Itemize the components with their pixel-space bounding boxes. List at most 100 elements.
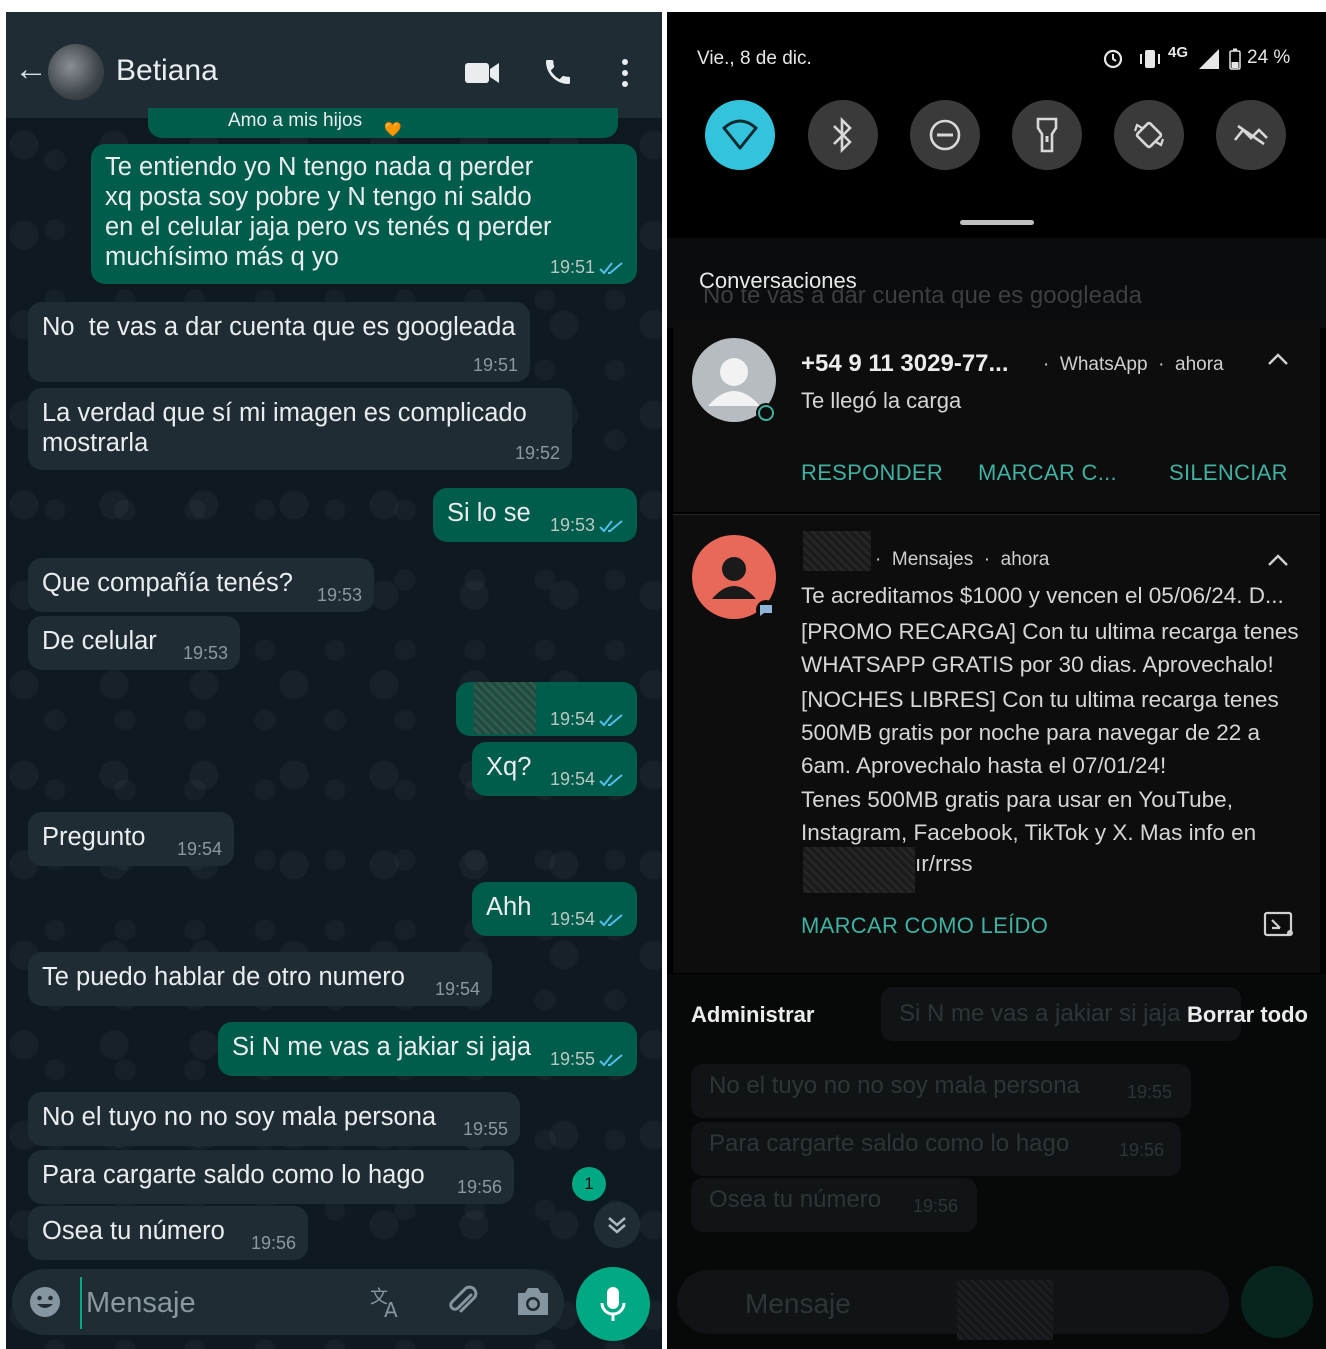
message-bubble-out-redacted[interactable]: 19:54 <box>456 682 637 736</box>
compose-bar: 文A <box>12 1269 564 1335</box>
messages-badge-icon <box>756 600 776 620</box>
message-bubble-out[interactable]: Ahh 19:54 <box>472 882 637 936</box>
message-time: 19:53 <box>316 585 362 605</box>
reply-action-button[interactable]: RESPONDER <box>801 460 943 486</box>
message-time: 19:53 <box>182 643 228 663</box>
notification-app: WhatsApp <box>1059 354 1148 375</box>
contact-avatar[interactable] <box>48 44 104 100</box>
message-bubble-out[interactable]: Xq? 19:54 <box>472 742 637 796</box>
mark-as-read-button[interactable]: MARCAR COMO LEÍDO <box>801 913 1048 939</box>
redacted-content <box>474 682 536 734</box>
message-time: 19:52 <box>514 443 560 463</box>
behind-message-time: 19:55 <box>1127 1082 1173 1102</box>
message-bubble-out[interactable]: Si N me vas a jakiar si jaja 19:55 <box>218 1022 637 1076</box>
message-time: 19:55 <box>549 1049 595 1069</box>
message-bubble-in[interactable]: Osea tu número 19:56 <box>28 1206 308 1260</box>
messages-notification[interactable]: · Mensajes · ahora Te acreditamos $1000 … <box>673 514 1320 973</box>
qs-flashlight-toggle[interactable] <box>1012 100 1082 170</box>
message-bubble-in[interactable]: La verdad que sí mi imagen es complicado… <box>28 388 572 470</box>
auto-rotate-icon <box>1133 121 1165 149</box>
drag-handle[interactable] <box>960 220 1034 225</box>
message-time: 19:54 <box>176 839 222 859</box>
message-bubble-in[interactable]: Que compañía tenés? 19:53 <box>28 558 374 612</box>
battery-icon <box>1229 48 1241 70</box>
voice-call-icon[interactable] <box>542 56 574 88</box>
message-text: No te vas a dar cuenta que es googleada <box>42 313 516 341</box>
video-call-icon[interactable] <box>464 60 500 86</box>
svg-text:A: A <box>384 1298 398 1321</box>
heart-emoji-icon: 🧡 <box>384 121 402 137</box>
qs-data-saver-toggle[interactable] <box>1216 100 1286 170</box>
message-bubble-in[interactable]: Pregunto 19:54 <box>28 812 234 866</box>
whatsapp-badge-icon <box>756 403 776 423</box>
contact-name[interactable]: Betiana <box>116 54 218 88</box>
message-bubble-partial[interactable]: Amo a mis hijos 🧡 <box>148 108 618 138</box>
message-time: 19:54 <box>549 909 595 929</box>
translate-icon[interactable]: 文A <box>368 1283 406 1321</box>
qs-bluetooth-toggle[interactable] <box>808 100 878 170</box>
read-ticks-icon <box>599 714 623 727</box>
whatsapp-notification[interactable]: +54 9 11 3029-77... · WhatsApp · ahora T… <box>673 318 1320 512</box>
microphone-icon <box>600 1287 626 1321</box>
redacted-link <box>803 847 915 893</box>
read-ticks-icon <box>599 262 623 275</box>
bluetooth-icon <box>833 116 852 154</box>
signal-icon <box>1199 49 1219 69</box>
behind-message-time: 19:56 <box>913 1196 959 1216</box>
attach-icon[interactable] <box>444 1283 482 1321</box>
back-arrow-icon[interactable]: ← <box>14 52 48 86</box>
notification-shade: Vie., 8 de dic. 4G 24 % No te vas a dar … <box>667 12 1326 1349</box>
read-ticks-icon <box>599 520 623 533</box>
message-time: 19:51 <box>549 257 595 277</box>
message-bubble-in[interactable]: Te puedo hablar de otro numero 19:54 <box>28 952 492 1006</box>
mute-action-button[interactable]: SILENCIAR <box>1169 460 1288 486</box>
notification-line: Tenes 500MB gratis para usar en YouTube,… <box>801 787 1257 845</box>
message-text: Que compañía tenés? <box>42 569 293 597</box>
notification-time: ahora <box>1000 549 1050 570</box>
message-text: La verdad que sí mi imagen es complicado… <box>42 399 527 457</box>
message-bubble-in[interactable]: Para cargarte saldo como lo hago 19:56 <box>28 1150 514 1204</box>
message-bubble-in[interactable]: No te vas a dar cuenta que es googleada … <box>28 302 530 382</box>
camera-icon[interactable] <box>514 1285 552 1319</box>
message-bubble-in[interactable]: De celular 19:53 <box>28 616 240 670</box>
message-input[interactable] <box>80 1277 348 1329</box>
more-options-icon[interactable] <box>620 58 630 88</box>
clear-all-button[interactable]: Borrar todo <box>1187 1002 1308 1028</box>
wifi-icon <box>722 119 758 150</box>
read-ticks-icon <box>599 774 623 787</box>
message-time: 19:51 <box>472 355 518 375</box>
data-saver-icon <box>1233 124 1268 146</box>
behind-message-text: No el tuyo no no soy mala persona <box>709 1072 1080 1099</box>
chat-header: ← Betiana <box>6 12 662 118</box>
qs-dnd-toggle[interactable] <box>910 100 980 170</box>
open-in-app-icon[interactable] <box>1263 911 1295 939</box>
message-text: Te entiendo yo N tengo nada q perder xq … <box>105 153 552 271</box>
qs-wifi-toggle[interactable] <box>705 100 775 170</box>
notification-line: [PROMO RECARGA] Con tu ultima recarga te… <box>801 619 1299 677</box>
mark-read-action-button[interactable]: MARCAR C... <box>978 460 1117 486</box>
message-bubble-out[interactable]: Si lo se 19:53 <box>433 488 637 542</box>
qs-auto-rotate-toggle[interactable] <box>1114 100 1184 170</box>
message-bubble-out[interactable]: Te entiendo yo N tengo nada q perder xq … <box>91 144 637 284</box>
collapse-chevron-icon[interactable] <box>1265 346 1291 379</box>
notification-line: Te acreditamos $1000 y vencen el 05/06/2… <box>801 583 1284 608</box>
message-time: 19:56 <box>456 1177 502 1197</box>
manage-button[interactable]: Administrar <box>691 1002 814 1028</box>
emoji-icon[interactable] <box>28 1285 62 1319</box>
notification-app: Mensajes <box>891 549 974 570</box>
notification-time: ahora <box>1175 354 1224 375</box>
conversations-section-label: Conversaciones <box>699 268 857 293</box>
message-text: Te puedo hablar de otro numero <box>42 963 405 991</box>
message-bubble-in[interactable]: No el tuyo no no soy mala persona 19:55 <box>28 1092 520 1146</box>
redacted-area <box>957 1280 1053 1340</box>
voice-record-button[interactable] <box>576 1267 650 1341</box>
message-text: Para cargarte saldo como lo hago <box>42 1161 425 1189</box>
notification-link-tail[interactable]: ır/rrss <box>915 847 972 880</box>
read-ticks-icon <box>599 1054 623 1067</box>
collapse-chevron-icon[interactable] <box>1265 547 1291 580</box>
behind-message-time: 19:56 <box>1119 1140 1165 1160</box>
behind-message-text: Si N me vas a jakiar si jaja <box>899 1000 1181 1027</box>
message-text: No el tuyo no no soy mala persona <box>42 1103 437 1131</box>
behind-message-text: Osea tu número <box>709 1186 882 1213</box>
scroll-to-bottom-button[interactable] <box>594 1202 640 1248</box>
